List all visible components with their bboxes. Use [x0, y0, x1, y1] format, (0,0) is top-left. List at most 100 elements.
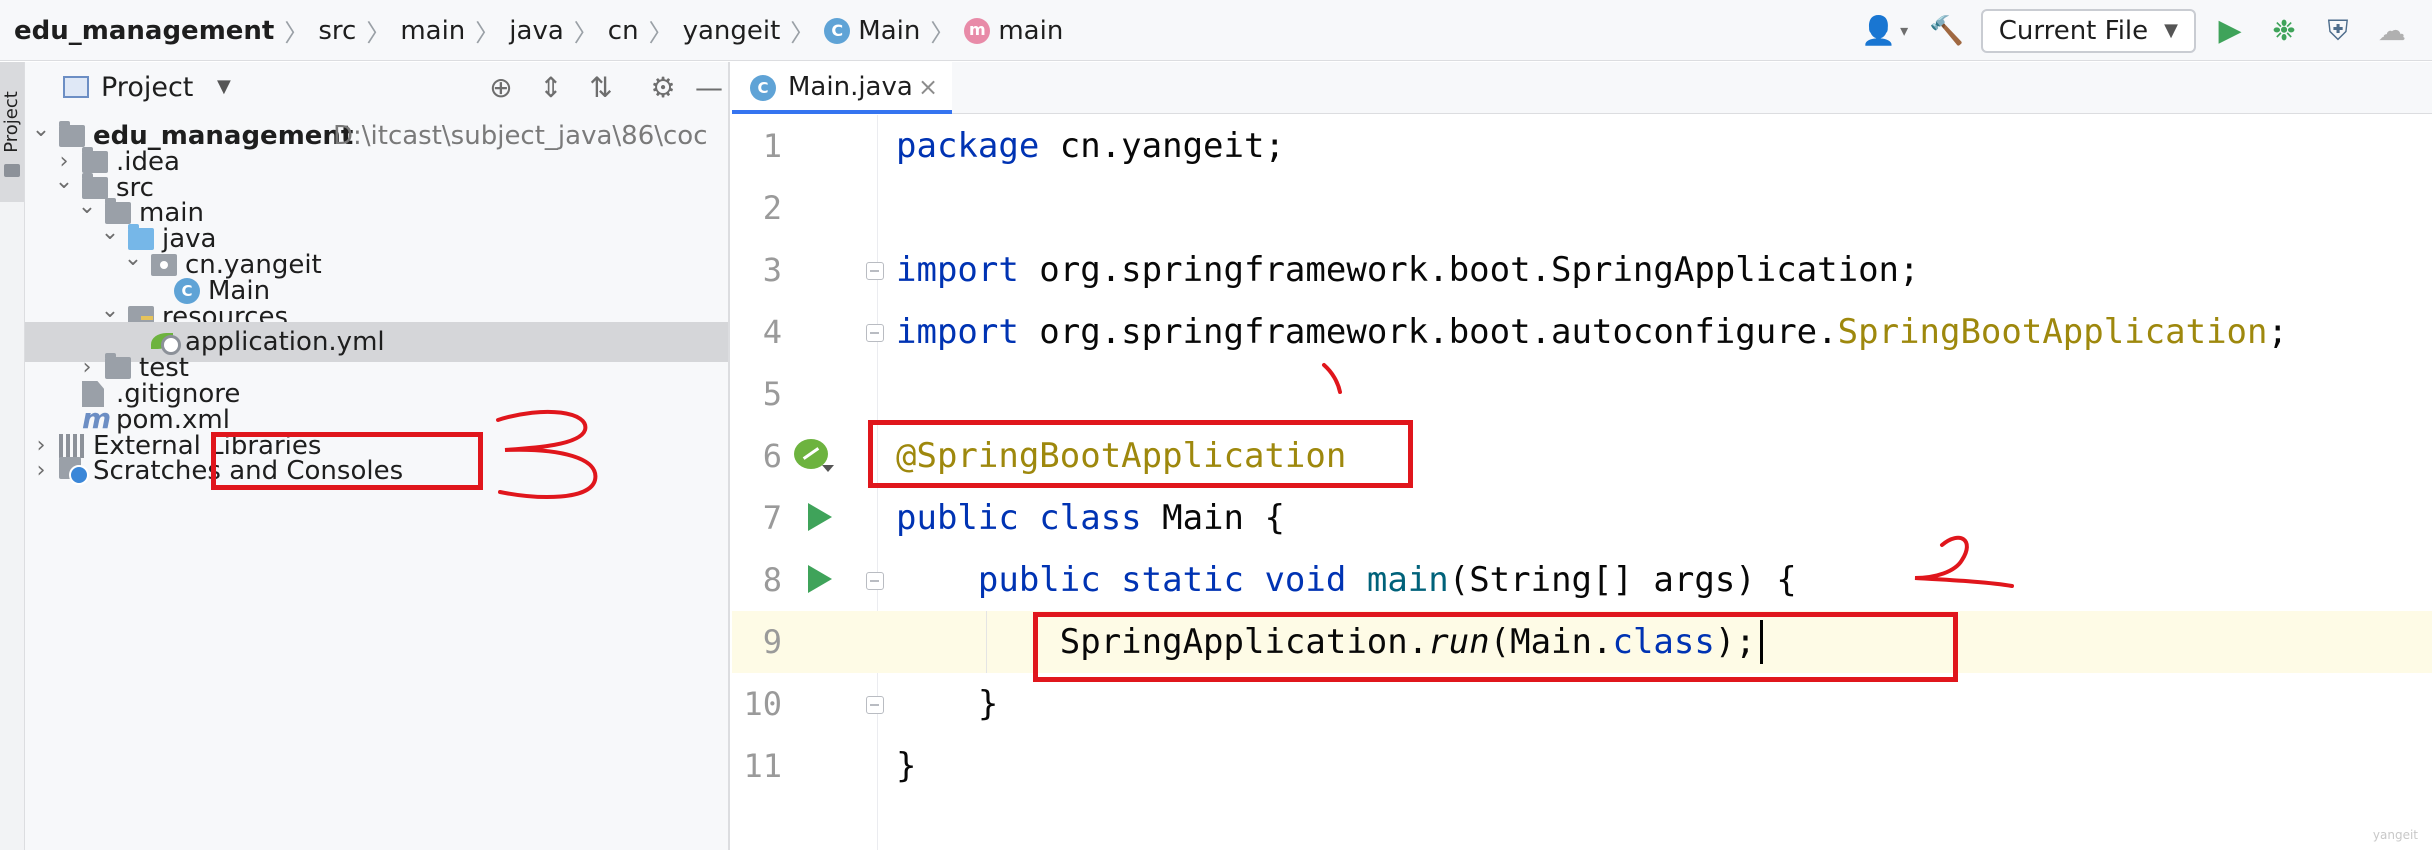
code-line: 11} [732, 735, 2432, 797]
breadcrumb-item[interactable]: yangeit [683, 16, 781, 46]
breadcrumb-item[interactable]: cn [608, 16, 639, 46]
breadcrumb-separator-icon: 〉 [573, 19, 598, 47]
breadcrumb-item[interactable]: edu_management [14, 16, 274, 46]
fold-marker-icon[interactable] [866, 572, 884, 590]
coverage-icon[interactable]: ⛨ [2318, 11, 2358, 51]
code-text: public class Main { [896, 487, 1285, 549]
code-token: ; [2267, 312, 2288, 352]
line-number: 5 [762, 375, 782, 413]
run-configuration-label: Current File [1998, 15, 2149, 46]
breadcrumb-label: cn [607, 15, 639, 46]
code-token: } [896, 684, 999, 724]
annotation-box-springbootapplication [868, 420, 1413, 488]
breadcrumb-separator-icon: 〉 [930, 19, 955, 47]
code-text: import org.springframework.boot.SpringAp… [896, 239, 1920, 301]
code-line: 5 [732, 363, 2432, 425]
breadcrumb-item[interactable]: Main [824, 16, 920, 46]
run-configuration-select[interactable]: Current File ▼ [1980, 8, 2196, 53]
breadcrumb-label: src [318, 15, 357, 46]
scratches-icon [59, 457, 89, 486]
method-icon [964, 17, 991, 44]
line-number: 1 [762, 127, 782, 165]
editor-tab-bar: Main.java × [732, 62, 2432, 114]
code-token: org.springframework.boot.autoconfigure. [1018, 312, 1838, 352]
tab-label: Main.java [788, 72, 913, 102]
code-token: org.springframework.boot.SpringApplicati… [1018, 250, 1920, 290]
code-token: public static void [977, 560, 1347, 600]
annotation-box-run-line [1033, 612, 1958, 682]
main-toolbar: 👤 ▾ 🔨 Current File ▼ ▶ ❉ ⛨ ☁ [1857, 0, 2412, 61]
fold-marker-icon[interactable] [866, 262, 884, 280]
expand-all-icon[interactable]: ⇕ [533, 70, 569, 106]
breadcrumb-label: main [998, 15, 1064, 46]
breadcrumb-label: Main [858, 15, 921, 46]
gutter-run-icon[interactable] [808, 565, 832, 593]
breadcrumb-item[interactable]: main [400, 16, 465, 46]
dropdown-arrow-icon [822, 465, 834, 472]
gear-icon[interactable]: ⚙ [645, 70, 681, 106]
user-icon[interactable]: 👤 ▾ [1857, 11, 1913, 51]
gutter-run-icon[interactable] [808, 503, 832, 531]
code-line: 7 public class Main { [732, 487, 2432, 549]
code-text: } [896, 735, 916, 797]
class-icon [750, 75, 776, 101]
breadcrumb-item[interactable]: java [509, 16, 563, 46]
code-line: 3 import org.springframework.boot.SpringA… [732, 239, 2432, 301]
build-hammer-icon[interactable]: 🔨 [1927, 11, 1967, 51]
fold-marker-icon[interactable] [866, 696, 884, 714]
folder-icon [4, 164, 20, 177]
indent-guide [986, 611, 987, 673]
breadcrumb-separator-icon: 〉 [475, 19, 500, 47]
debug-icon[interactable]: ❉ [2264, 11, 2304, 51]
code-line: 1 package cn.yangeit; [732, 115, 2432, 177]
navigation-bar: edu_management 〉 src 〉 main 〉 java 〉 cn 〉 yangeit 〉… [0, 0, 2432, 61]
breadcrumb-item[interactable]: main [964, 16, 1063, 46]
code-token: Main { [1141, 498, 1285, 538]
breadcrumb-separator-icon: 〉 [790, 19, 815, 47]
breadcrumb-label: java [509, 15, 564, 46]
code-text: } [896, 673, 998, 735]
code-token: cn.yangeit; [1039, 126, 1285, 166]
breadcrumb-label: yangeit [682, 15, 781, 46]
project-tool-window-button[interactable]: Project [0, 62, 24, 202]
line-number: 10 [743, 685, 782, 723]
collapse-all-icon[interactable]: ⇅ [583, 70, 619, 106]
code-token: (String[] args) { [1448, 560, 1797, 600]
annotation-box-application-yml [211, 432, 483, 490]
code-line: 8 public static void main(String[] args)… [732, 549, 2432, 611]
line-number: 6 [762, 437, 782, 475]
line-number: 11 [743, 747, 782, 785]
code-line: 10 } [732, 673, 2432, 735]
code-token: package [896, 126, 1040, 166]
breadcrumb-label: edu_management [14, 15, 275, 46]
line-number: 7 [762, 499, 782, 537]
profile-icon[interactable]: ☁ [2372, 11, 2412, 51]
code-token: import [896, 250, 1019, 290]
locate-icon[interactable]: ⊕ [483, 70, 519, 106]
chevron-right-icon[interactable]: › [29, 451, 53, 491]
project-panel-title[interactable]: Project [101, 72, 193, 103]
class-icon [824, 17, 851, 44]
run-icon[interactable]: ▶ [2210, 11, 2250, 51]
code-line: 4 import org.springframework.boot.autocon… [732, 301, 2432, 363]
breadcrumb: edu_management 〉 src 〉 main 〉 java 〉 cn 〉 yangeit 〉… [14, 0, 1063, 61]
chevron-down-icon[interactable]: ▼ [217, 76, 231, 97]
code-text: package cn.yangeit; [896, 115, 1285, 177]
fold-marker-icon[interactable] [866, 324, 884, 342]
breadcrumb-separator-icon: 〉 [284, 19, 309, 47]
breadcrumb-item[interactable]: src [318, 16, 356, 46]
tab-main-java[interactable]: Main.java × [732, 62, 952, 114]
line-number: 9 [762, 623, 782, 661]
breadcrumb-separator-icon: 〉 [648, 19, 673, 47]
code-token: public class [896, 498, 1142, 538]
left-tool-strip: Project [0, 62, 25, 850]
project-panel-header: Project ▼ ⊕ ⇕ ⇅ ⚙ — [25, 62, 728, 114]
close-icon[interactable]: × [918, 62, 938, 112]
code-token: SpringBootApplication [1837, 312, 2268, 352]
line-number: 8 [762, 561, 782, 599]
code-text: import org.springframework.boot.autoconf… [896, 301, 2288, 363]
hide-icon[interactable]: — [691, 70, 727, 106]
code-token: main [1366, 560, 1449, 600]
